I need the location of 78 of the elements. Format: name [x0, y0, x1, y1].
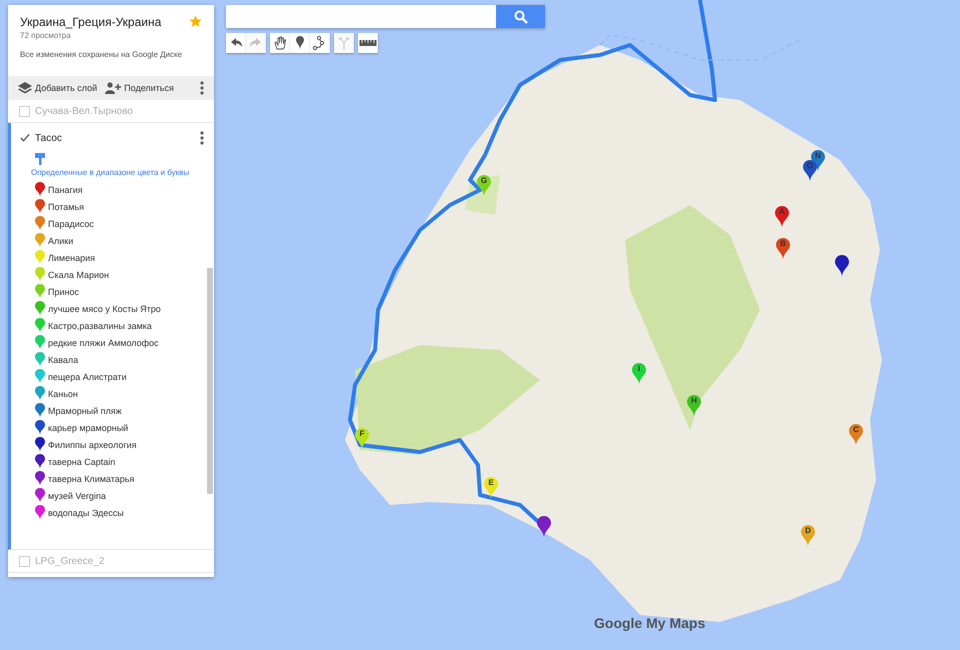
place-pin-icon — [35, 199, 45, 214]
more-icon — [200, 81, 204, 95]
share-button[interactable]: Поделиться — [105, 82, 174, 94]
layer-options-button[interactable] — [198, 131, 206, 145]
search-field[interactable] — [226, 5, 496, 28]
place-pin-icon — [35, 437, 45, 452]
place-item[interactable]: таверна Captain — [35, 453, 116, 470]
place-pin-icon — [35, 216, 45, 231]
style-link[interactable]: Определенные в диапазоне цвета и буквы — [31, 168, 190, 177]
place-item[interactable]: музей Vergina — [35, 487, 106, 504]
map-marker[interactable] — [835, 255, 849, 277]
add-marker-button[interactable] — [290, 33, 310, 53]
place-pin-icon — [35, 335, 45, 350]
place-item[interactable]: Потамья — [35, 198, 84, 215]
place-item[interactable]: Принос — [35, 283, 79, 300]
place-item[interactable]: лучшее мясо у Косты Ятро — [35, 300, 161, 317]
place-item[interactable]: Кастро,развалины замка — [35, 317, 152, 334]
person-add-icon — [105, 82, 122, 94]
place-pin-icon — [35, 182, 45, 197]
place-item[interactable]: Каньон — [35, 385, 78, 402]
map-marker[interactable]: H — [687, 395, 701, 417]
pan-button[interactable] — [270, 33, 290, 53]
scrollbar[interactable] — [207, 268, 213, 494]
more-button[interactable] — [198, 81, 206, 95]
search-button[interactable] — [496, 5, 545, 28]
place-item[interactable]: Алики — [35, 232, 74, 249]
place-pin-icon — [35, 505, 45, 520]
place-item[interactable]: водопады Эдессы — [35, 504, 124, 521]
search-icon — [514, 10, 528, 24]
paint-roller-icon — [35, 153, 45, 165]
place-pin-icon — [35, 250, 45, 265]
place-pin-icon — [35, 471, 45, 486]
place-pin-icon — [35, 233, 45, 248]
fork-arrow-icon — [336, 35, 352, 51]
map-marker[interactable]: E — [484, 477, 498, 499]
place-pin-icon — [35, 301, 45, 316]
place-pin-icon — [35, 488, 45, 503]
map-marker[interactable] — [537, 516, 551, 538]
place-item[interactable]: Лименария — [35, 249, 96, 266]
map-marker[interactable]: D — [801, 525, 815, 547]
place-pin-icon — [35, 267, 45, 282]
add-layer-button[interactable]: Добавить слой — [18, 82, 98, 94]
place-item[interactable]: Кавала — [35, 351, 78, 368]
place-pin-icon — [35, 318, 45, 333]
layer-name[interactable]: Тасос — [35, 132, 62, 144]
draw-line-button[interactable] — [310, 33, 330, 53]
place-item[interactable]: Мраморный пляж — [35, 402, 122, 419]
place-item[interactable]: пещера Алистрати — [35, 368, 127, 385]
map-marker[interactable]: I — [632, 363, 646, 385]
place-item[interactable]: Парадисос — [35, 215, 94, 232]
map-logo: Google My Maps — [594, 615, 706, 631]
undo-button[interactable] — [226, 33, 246, 53]
view-count: 72 просмотра — [20, 31, 72, 40]
place-pin-icon — [35, 454, 45, 469]
place-pin-icon — [35, 369, 45, 384]
place-item[interactable]: Панагия — [35, 181, 83, 198]
place-item[interactable]: Филиппы археология — [35, 436, 137, 453]
star-icon — [189, 15, 202, 28]
place-pin-icon — [35, 420, 45, 435]
checkmark-icon — [19, 132, 30, 144]
place-item[interactable]: редкие пляжи Аммолофос — [35, 334, 159, 351]
layer-checkbox[interactable] — [19, 132, 30, 144]
save-status: Все изменения сохранены на Google Диске — [20, 50, 184, 59]
place-item[interactable]: таверна Климатарья — [35, 470, 134, 487]
layers-icon — [18, 82, 32, 94]
hand-icon — [272, 35, 288, 51]
place-pin-icon — [35, 403, 45, 418]
measure-button[interactable] — [358, 33, 378, 53]
place-item[interactable]: карьер мраморный — [35, 419, 128, 436]
place-pin-icon — [35, 352, 45, 367]
map-marker[interactable]: F — [355, 428, 369, 450]
place-pin-icon — [35, 386, 45, 401]
map-title: Украина_Греция-Украина — [20, 15, 162, 29]
map-marker[interactable]: C — [849, 424, 863, 446]
more-icon — [200, 131, 204, 145]
place-pin-icon — [35, 284, 45, 299]
place-item[interactable]: Скала Марион — [35, 266, 110, 283]
map-marker[interactable]: G — [477, 175, 491, 197]
